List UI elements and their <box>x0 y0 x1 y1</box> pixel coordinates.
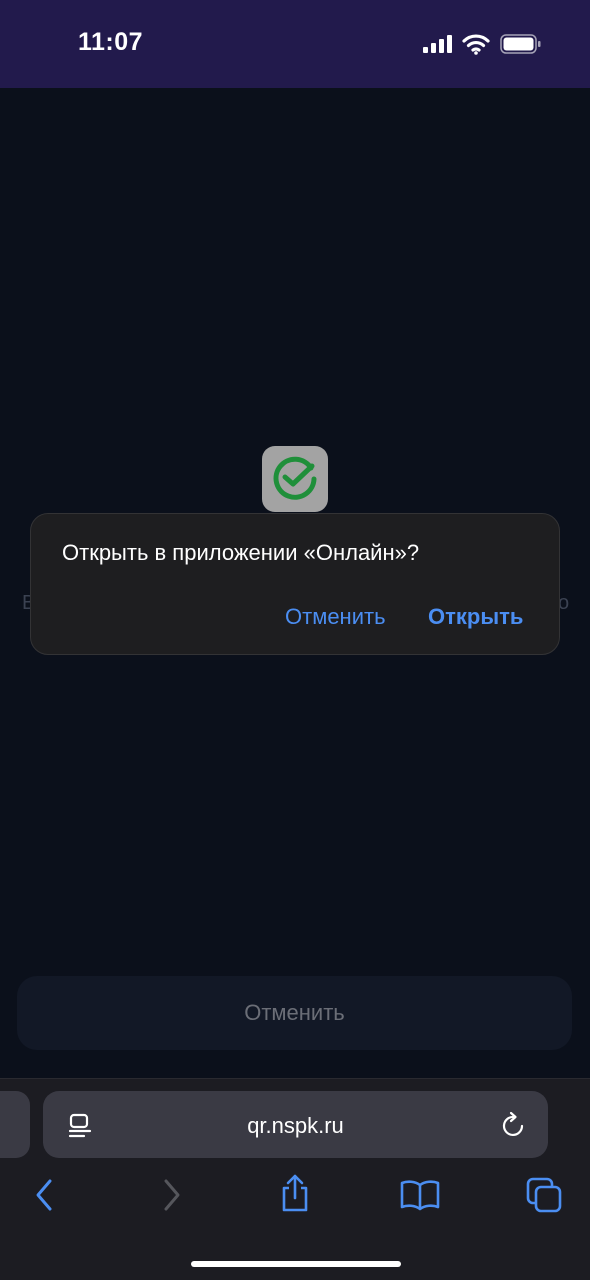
dialog-title: Открыть в приложении «Онлайн»? <box>62 540 420 565</box>
back-icon[interactable] <box>33 1177 55 1213</box>
status-time: 11:07 <box>78 28 144 56</box>
sber-check-icon <box>262 446 328 512</box>
bookmarks-icon[interactable] <box>400 1177 440 1213</box>
reload-icon[interactable] <box>501 1111 527 1139</box>
previous-tab-preview[interactable] <box>0 1091 30 1158</box>
forward-icon[interactable] <box>161 1177 183 1213</box>
home-indicator <box>191 1261 401 1267</box>
address-bar[interactable]: qr.nspk.ru <box>43 1091 548 1158</box>
page-cancel-button[interactable]: Отменить <box>17 976 572 1050</box>
status-bar: 11:07 <box>0 0 590 88</box>
url-text: qr.nspk.ru <box>247 1113 344 1138</box>
dialog-open-button[interactable]: Открыть <box>428 604 523 630</box>
cellular-signal-icon <box>423 35 453 53</box>
open-in-app-dialog: Открыть в приложении «Онлайн»? Отменить … <box>30 513 560 655</box>
browser-bottom-bar: qr.nspk.ru <box>0 1078 590 1280</box>
tabs-icon[interactable] <box>526 1177 564 1215</box>
battery-icon <box>500 34 541 54</box>
share-icon[interactable] <box>280 1173 310 1213</box>
wifi-icon <box>462 34 490 55</box>
dialog-cancel-button[interactable]: Отменить <box>285 604 386 630</box>
